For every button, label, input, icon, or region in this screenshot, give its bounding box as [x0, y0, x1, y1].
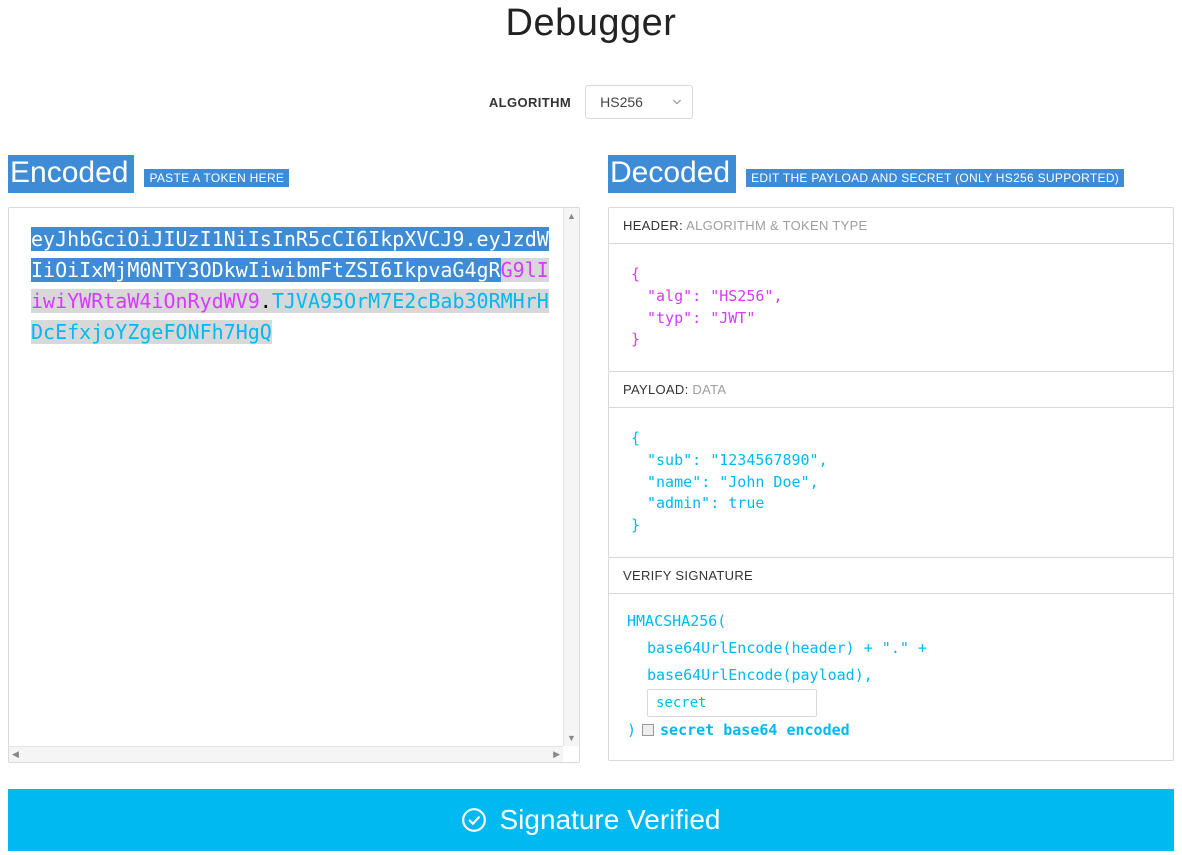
sig-line1: HMACSHA256(: [627, 608, 1155, 635]
payload-json[interactable]: { "sub": "1234567890", "name": "John Doe…: [609, 408, 1173, 557]
algorithm-label: ALGORITHM: [489, 95, 571, 110]
sig-close-paren: ): [627, 717, 636, 744]
payload-sub-key: "sub": [647, 451, 692, 469]
header-alg-val: "HS256": [710, 287, 773, 305]
payload-name-key: "name": [647, 473, 701, 491]
scroll-down-icon: ▼: [567, 733, 576, 743]
header-panel: HEADER: ALGORITHM & TOKEN TYPE { "alg": …: [608, 207, 1174, 372]
payload-panel-label: PAYLOAD:: [623, 382, 689, 397]
decoded-heading: Decoded: [608, 155, 736, 193]
algorithm-row: ALGORITHM HS256: [8, 85, 1174, 119]
algorithm-select[interactable]: HS256: [585, 85, 693, 119]
header-typ-val: "JWT": [710, 309, 755, 327]
scroll-left-icon: ◀: [12, 749, 19, 760]
header-json[interactable]: { "alg": "HS256", "typ": "JWT" }: [609, 244, 1173, 371]
scrollbar-corner: [563, 746, 579, 762]
header-typ-key: "typ": [647, 309, 692, 327]
sig-line3: base64UrlEncode(payload),: [627, 662, 1155, 689]
payload-admin-key: "admin": [647, 494, 710, 512]
page-title: Debugger: [8, 2, 1174, 45]
payload-panel-sub: DATA: [692, 382, 726, 397]
signature-panel: VERIFY SIGNATURE HMACSHA256( base64UrlEn…: [608, 557, 1174, 761]
encoded-hint: PASTE A TOKEN HERE: [144, 169, 289, 187]
scroll-right-icon: ▶: [553, 749, 560, 760]
payload-admin-val: true: [728, 494, 764, 512]
vertical-scrollbar[interactable]: ▲ ▼: [563, 208, 579, 746]
secret-base64-checkbox[interactable]: [642, 724, 654, 736]
payload-panel: PAYLOAD: DATA { "sub": "1234567890", "na…: [608, 371, 1174, 558]
secret-base64-label: secret base64 encoded: [660, 717, 850, 744]
payload-sub-val: "1234567890": [710, 451, 818, 469]
header-panel-sub: ALGORITHM & TOKEN TYPE: [686, 218, 867, 233]
decoded-header: Decoded EDIT THE PAYLOAD AND SECRET (ONL…: [608, 155, 1174, 193]
signature-verified-bar: Signature Verified: [8, 789, 1174, 851]
header-panel-label: HEADER:: [623, 218, 683, 233]
encoded-heading: Encoded: [8, 155, 134, 193]
chevron-down-icon: [672, 97, 682, 107]
encoded-token-editor[interactable]: eyJhbGciOiJIUzI1NiIsInR5cCI6IkpXVCJ9.eyJ…: [9, 208, 579, 748]
encoded-box: eyJhbGciOiJIUzI1NiIsInR5cCI6IkpXVCJ9.eyJ…: [8, 207, 580, 763]
signature-panel-title: VERIFY SIGNATURE: [609, 558, 1173, 594]
header-alg-key: "alg": [647, 287, 692, 305]
encoded-header: Encoded PASTE A TOKEN HERE: [8, 155, 580, 193]
check-circle-icon: [461, 807, 487, 833]
payload-name-val: "John Doe": [719, 473, 809, 491]
signature-panel-label: VERIFY SIGNATURE: [623, 568, 753, 583]
signature-body: HMACSHA256( base64UrlEncode(header) + ".…: [609, 594, 1173, 760]
algorithm-selected-value: HS256: [600, 94, 643, 110]
sig-line2: base64UrlEncode(header) + "." +: [627, 635, 1155, 662]
payload-panel-title: PAYLOAD: DATA: [609, 372, 1173, 408]
horizontal-scrollbar[interactable]: ◀ ▶: [9, 746, 563, 762]
header-panel-title: HEADER: ALGORITHM & TOKEN TYPE: [609, 208, 1173, 244]
token-header-segment: eyJhbGciOiJIUzI1NiIsInR5cCI6IkpXVCJ9: [31, 227, 464, 251]
signature-verified-text: Signature Verified: [499, 804, 720, 836]
secret-input[interactable]: [647, 689, 817, 717]
decoded-hint: EDIT THE PAYLOAD AND SECRET (ONLY HS256 …: [746, 169, 1124, 187]
scroll-up-icon: ▲: [567, 211, 576, 221]
